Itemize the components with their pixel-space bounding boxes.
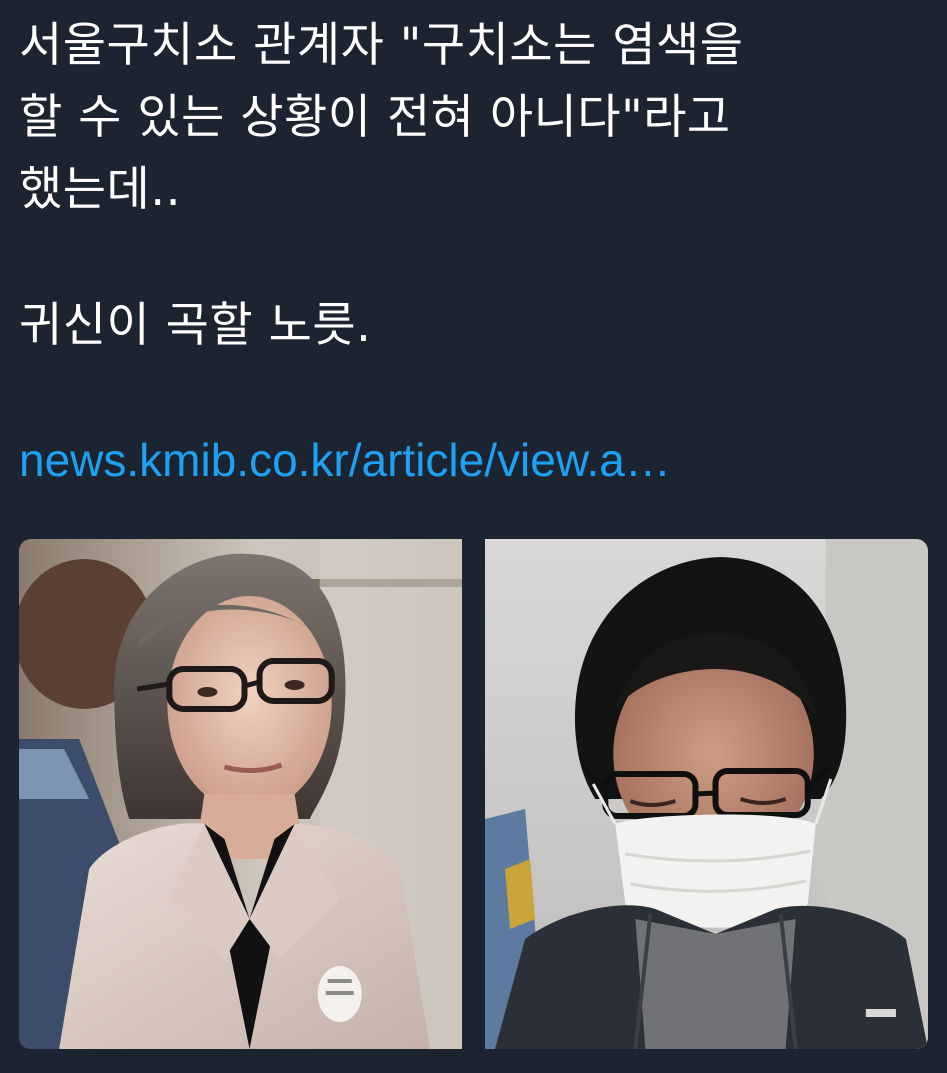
media-photo-1[interactable] (19, 539, 462, 1049)
tweet-text-line-1: 서울구치소 관계자 "구치소는 염색을 (19, 18, 744, 73)
media-photo-2[interactable] (485, 539, 928, 1049)
article-link[interactable]: news.kmib.co.kr/article/view.a… (19, 424, 671, 496)
tweet-text-line-3: 했는데.. (19, 162, 182, 217)
tweet-text-line-2: 할 수 있는 상황이 전혀 아니다"라고 (19, 90, 731, 145)
tweet-text-line-4: 귀신이 곡할 노릇. (19, 298, 372, 353)
paragraph-break (19, 226, 931, 290)
tweet-text: 서울구치소 관계자 "구치소는 염색을 할 수 있는 상황이 전혀 아니다"라고… (19, 10, 931, 362)
photo-woman-beige-jacket (19, 539, 462, 1049)
photo-woman-white-mask (485, 539, 928, 1049)
media-grid (19, 539, 928, 1049)
